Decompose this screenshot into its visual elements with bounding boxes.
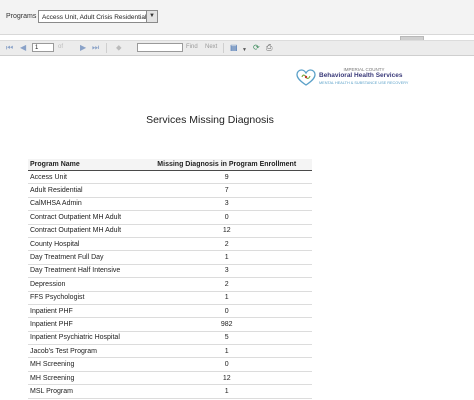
toolbar-divider (223, 43, 224, 53)
missing-diagnosis-count-cell: 3 (141, 197, 312, 212)
print-icon[interactable]: ⎙ (266, 44, 272, 52)
program-name-cell: Contract Outpatient MH Adult (28, 210, 142, 225)
program-name-cell: MSL Program (28, 384, 142, 399)
table-header-row: Program Name Missing Diagnosis in Progra… (28, 159, 312, 171)
column-header-program: Program Name (28, 159, 142, 171)
parameters-bar: Programs Access Unit, Adult Crisis Resid… (0, 0, 474, 41)
report-body: IMPERIAL COUNTY Behavioral Health Servic… (0, 56, 474, 400)
missing-diagnosis-count-cell: 1 (141, 291, 312, 305)
missing-diagnosis-table: Program Name Missing Diagnosis in Progra… (28, 159, 312, 399)
table-row: Inpatient PHF 982 (28, 317, 312, 332)
table-row: Inpatient PHF 0 (28, 304, 312, 319)
program-name-cell: Depression (28, 277, 142, 292)
missing-diagnosis-count-cell: 0 (141, 304, 312, 319)
program-name-cell: Adult Residential (28, 183, 142, 198)
next-page-icon[interactable]: ▶ (80, 44, 86, 52)
program-name-cell: Inpatient Psychiatric Hospital (28, 331, 142, 346)
page-of-label: of (58, 44, 64, 50)
program-name-cell: MH Screening (28, 371, 142, 386)
first-page-icon[interactable]: ⏮ (6, 44, 13, 52)
chevron-down-icon[interactable]: ▼ (146, 11, 157, 22)
programs-select[interactable]: Access Unit, Adult Crisis Residential, ▼ (38, 10, 158, 23)
table-row: Day Treatment Full Day 1 (28, 250, 312, 265)
logo-tagline-text: MENTAL HEALTH & SUBSTANCE USE RECOVERY (319, 81, 409, 85)
program-name-cell: Inpatient PHF (28, 304, 142, 319)
back-icon[interactable]: ⬥ (116, 44, 122, 52)
table-row: CalMHSA Admin 3 (28, 197, 312, 212)
export-dropdown-icon[interactable]: ▼ (242, 46, 247, 54)
program-name-cell: Day Treatment Full Day (28, 250, 142, 265)
program-name-cell: Access Unit (28, 170, 142, 185)
table-row: Depression 2 (28, 277, 312, 292)
table-row: Jacob's Test Program 1 (28, 344, 312, 359)
program-name-cell: County Hospital (28, 237, 142, 252)
missing-diagnosis-count-cell: 1 (141, 344, 312, 359)
program-name-cell: Inpatient PHF (28, 317, 142, 332)
table-row: FFS Psychologist 1 (28, 291, 312, 305)
missing-diagnosis-count-cell: 2 (141, 277, 312, 292)
missing-diagnosis-count-cell: 7 (141, 183, 312, 198)
last-page-icon[interactable]: ⏭ (92, 44, 99, 52)
logo-name-text: Behavioral Health Services (319, 72, 403, 79)
missing-diagnosis-count-cell: 0 (141, 357, 312, 372)
export-icon[interactable]: ▤ (230, 44, 238, 52)
missing-diagnosis-count-cell: 1 (141, 250, 312, 265)
toolbar-divider (106, 43, 107, 53)
missing-diagnosis-count-cell: 0 (141, 210, 312, 225)
program-name-cell: Contract Outpatient MH Adult (28, 224, 142, 238)
table-row: Contract Outpatient MH Adult 0 (28, 210, 312, 225)
program-name-cell: CalMHSA Admin (28, 197, 142, 212)
program-name-cell: Day Treatment Half Intensive (28, 264, 142, 279)
missing-diagnosis-count-cell: 12 (141, 224, 312, 238)
table-row: Access Unit 9 (28, 170, 312, 185)
table-row: Adult Residential 7 (28, 183, 312, 198)
next-button[interactable]: Next (205, 44, 217, 50)
org-logo: IMPERIAL COUNTY Behavioral Health Servic… (296, 67, 409, 89)
table-row: MH Screening 12 (28, 371, 312, 386)
missing-diagnosis-count-cell: 3 (141, 264, 312, 279)
report-title: Services Missing Diagnosis (146, 114, 274, 126)
program-name-cell: MH Screening (28, 357, 142, 372)
missing-diagnosis-count-cell: 9 (141, 170, 312, 185)
column-header-missing-diagnosis: Missing Diagnosis in Program Enrollment (141, 159, 312, 171)
find-input[interactable] (137, 43, 183, 52)
programs-select-value: Access Unit, Adult Crisis Residential, (42, 14, 149, 21)
previous-page-icon[interactable]: ◀ (20, 44, 26, 52)
program-name-cell: Jacob's Test Program (28, 344, 142, 359)
refresh-icon[interactable]: ⟳ (253, 44, 260, 52)
missing-diagnosis-count-cell: 982 (141, 317, 312, 332)
logo-mark-icon (296, 69, 316, 86)
program-name-cell: FFS Psychologist (28, 291, 142, 305)
missing-diagnosis-count-cell: 2 (141, 237, 312, 252)
programs-label: Programs (6, 13, 37, 20)
missing-diagnosis-count-cell: 5 (141, 331, 312, 346)
table-row: Day Treatment Half Intensive 3 (28, 264, 312, 279)
find-button[interactable]: Find (186, 44, 198, 50)
table-row: County Hospital 2 (28, 237, 312, 252)
missing-diagnosis-count-cell: 1 (141, 384, 312, 399)
table-row: Contract Outpatient MH Adult 12 (28, 224, 312, 238)
table-row: MSL Program 1 (28, 384, 312, 399)
page-number-input[interactable]: 1 (32, 43, 54, 52)
report-toolbar: ⏮ ◀ 1 of ▶ ⏭ ⬥ Find Next ▤ ▼ ⟳ ⎙ (0, 40, 474, 56)
table-row: MH Screening 0 (28, 357, 312, 372)
table-row: Inpatient Psychiatric Hospital 5 (28, 331, 312, 346)
missing-diagnosis-count-cell: 12 (141, 371, 312, 386)
